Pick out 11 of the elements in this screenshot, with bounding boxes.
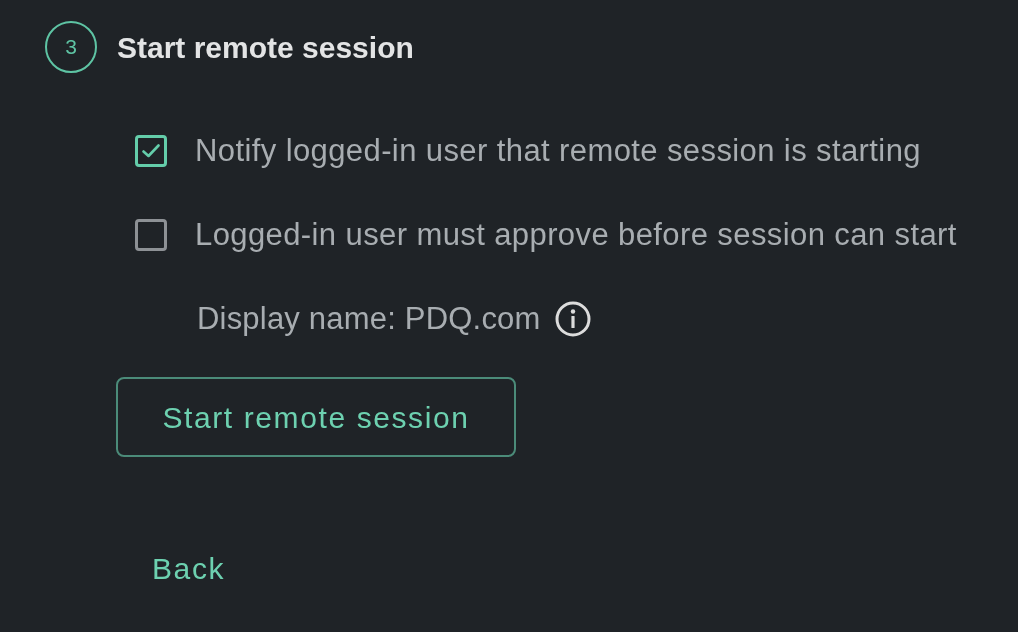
start-remote-session-button[interactable]: Start remote session [116,377,516,457]
step-number: 3 [45,21,97,73]
step-title: Start remote session [117,29,414,66]
info-icon[interactable] [554,301,591,337]
checkbox[interactable] [135,219,167,251]
checkbox[interactable] [135,135,167,167]
display-name-text: Display name: PDQ.com [197,299,541,338]
back-link[interactable]: Back [152,550,226,588]
checkmark-icon [142,144,160,158]
checkbox-label: Logged-in user must approve before session can start [195,215,957,254]
checkbox-label: Notify logged-in user that remote session is starting [195,131,921,170]
